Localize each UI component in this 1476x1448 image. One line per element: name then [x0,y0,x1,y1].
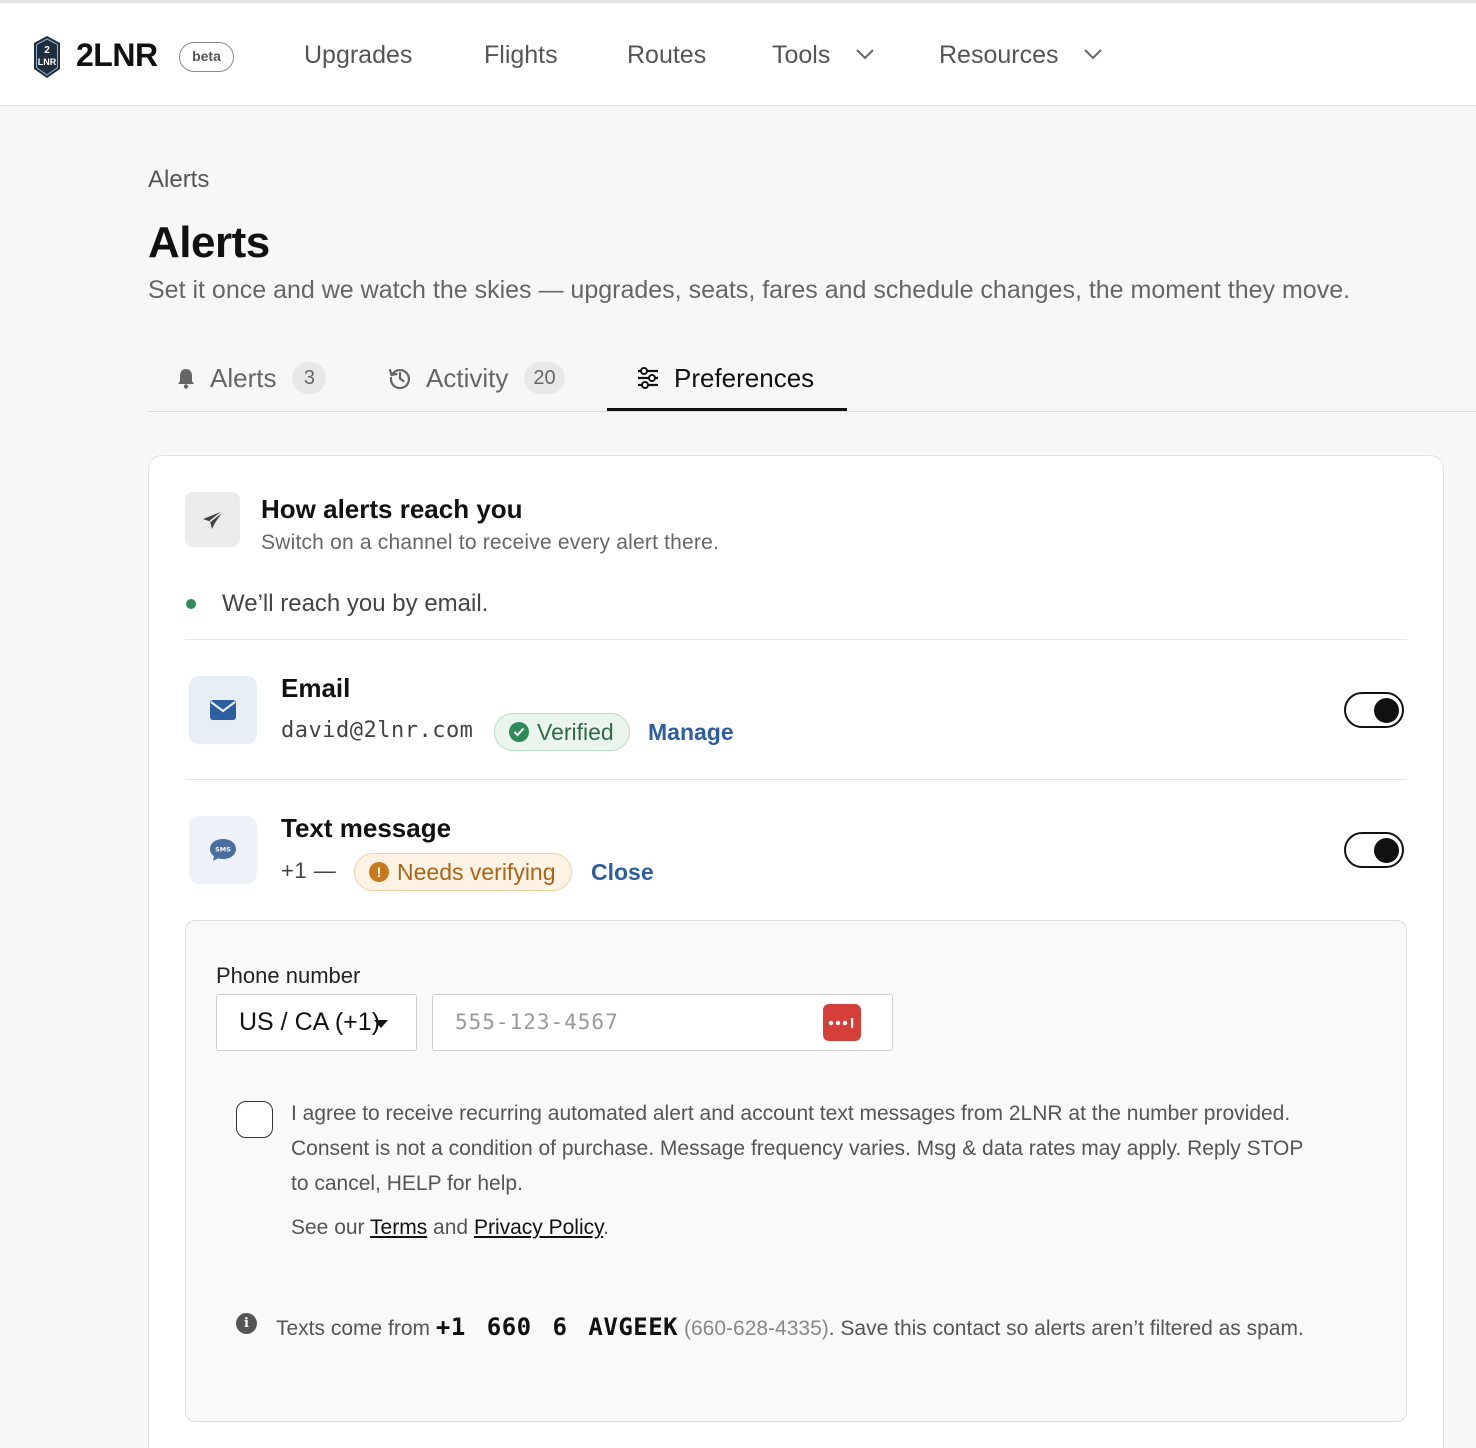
active-tab-indicator [607,408,847,411]
logo-icon[interactable]: 2 LNR [32,35,62,79]
top-navigation: 2 LNR 2LNR beta Upgrades Flights Routes … [0,0,1476,106]
nav-flights[interactable]: Flights [484,41,558,70]
brand-name[interactable]: 2LNR [76,37,158,74]
digits-number: (660-628-4335) [683,1317,829,1340]
nav-routes[interactable]: Routes [627,41,706,70]
beta-badge: beta [179,42,234,72]
terms-link[interactable]: Terms [370,1216,427,1239]
consent-checkbox[interactable] [236,1101,273,1138]
terms-prefix: See our [291,1216,365,1239]
info-suffix: . Save this contact so alerts aren’t fil… [828,1317,1304,1340]
sms-channel-title: Text message [281,813,452,843]
sms-toggle[interactable] [1344,832,1404,868]
svg-text:SMS: SMS [215,846,231,854]
tab-bar: Alerts 3 Activity 20 Preferences [148,344,1476,412]
terms-suffix: . [603,1216,609,1239]
manage-email-link[interactable]: Manage [648,719,734,746]
svg-text:2: 2 [44,45,50,56]
chevron-down-icon [856,49,875,60]
toggle-knob [1374,698,1399,723]
tab-alerts-label: Alerts [210,362,277,393]
divider [185,779,1407,780]
nav-routes-label: Routes [627,41,707,69]
info-prefix: Texts come from [276,1317,431,1340]
phone-number-input[interactable]: 555-123-4567 [432,994,893,1051]
svg-text:LNR: LNR [38,57,57,67]
nav-resources-label: Resources [939,41,1059,69]
bell-icon [178,369,194,389]
tab-preferences-label: Preferences [674,362,815,393]
close-sms-link[interactable]: Close [591,859,654,886]
info-icon: i [236,1313,257,1334]
sms-bubble-icon: SMS [189,816,257,884]
nav-tools-label: Tools [772,41,831,69]
vanity-number: +1 660 6 AVGEEK [435,1313,679,1341]
delivery-status: We’ll reach you by email. [222,590,489,617]
phone-number-label: Phone number [216,963,361,988]
tab-preferences[interactable]: Preferences [636,344,814,412]
needs-verifying-label: Needs verifying [397,858,556,885]
phone-setup-panel: Phone number US / CA (+1) 555-123-4567 I… [185,920,1407,1422]
tab-alerts[interactable]: Alerts 3 [176,344,327,412]
breadcrumb[interactable]: Alerts [148,166,209,194]
nav-upgrades[interactable]: Upgrades [304,41,412,70]
country-code-value: US / CA (+1) [239,1008,381,1036]
terms-and: and [433,1216,469,1239]
verified-badge: Verified [494,713,630,751]
toggle-knob [1374,838,1399,863]
paper-plane-icon [185,492,240,547]
card-description: Switch on a channel to receive every ale… [261,531,720,554]
warning-icon: ! [369,862,389,882]
envelope-icon [189,676,257,744]
nav-resources[interactable]: Resources [939,41,1103,70]
nav-upgrades-label: Upgrades [304,41,413,69]
page-title: Alerts [148,218,270,267]
delivery-preferences-card: How alerts reach you Switch on a channel… [148,455,1444,1448]
nav-flights-label: Flights [484,41,558,69]
check-circle-icon [509,722,529,742]
tab-activity-count: 20 [524,362,565,394]
divider [185,639,1407,640]
caret-down-icon [374,1020,388,1028]
nav-tools[interactable]: Tools [772,41,875,70]
email-toggle[interactable] [1344,692,1404,728]
sender-info-text: Texts come from +1 660 6 AVGEEK (660-628… [276,1311,1346,1345]
sliders-icon [638,367,658,389]
country-code-select[interactable]: US / CA (+1) [216,994,417,1051]
email-channel-title: Email [281,673,351,703]
privacy-policy-link[interactable]: Privacy Policy [474,1216,603,1239]
phone-number-placeholder: 555-123-4567 [455,1010,619,1034]
card-title: How alerts reach you [261,494,523,524]
tab-activity-label: Activity [426,362,509,393]
page-subtitle: Set it once and we watch the skies — upg… [148,276,1351,304]
password-manager-icon[interactable] [823,1004,861,1041]
tab-activity[interactable]: Activity 20 [388,344,565,412]
chevron-down-icon [1084,49,1103,60]
needs-verifying-badge: ! Needs verifying [354,853,572,891]
verified-label: Verified [537,718,614,745]
status-dot [186,599,196,609]
tab-alerts-count: 3 [292,362,327,394]
email-address: david@2lnr.com [281,718,474,743]
terms-line: See our Terms and Privacy Policy. [291,1216,609,1240]
phone-number-display: +1 — [281,858,337,883]
consent-text: I agree to receive recurring automated a… [291,1102,1304,1195]
history-icon [388,368,411,390]
